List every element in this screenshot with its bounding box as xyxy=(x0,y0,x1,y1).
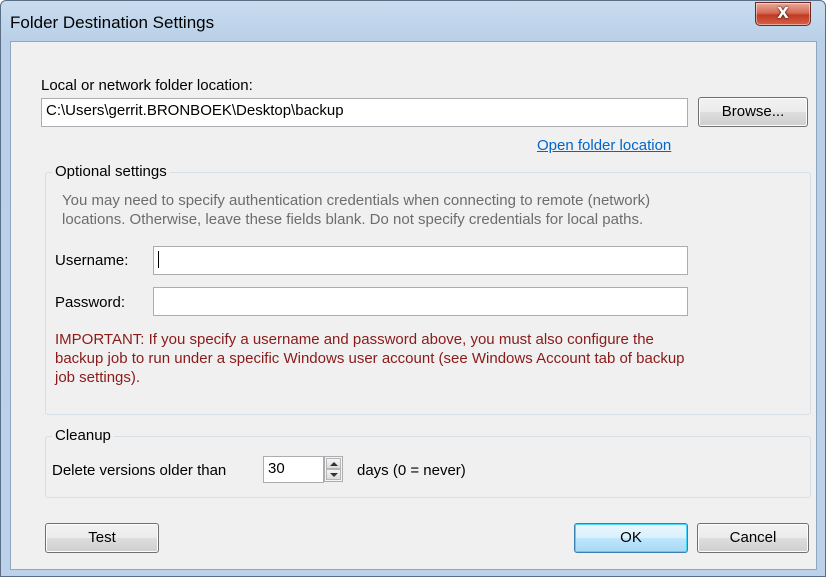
dialog-window: Folder Destination Settings X Local or n… xyxy=(0,0,826,577)
days-input[interactable]: 30 xyxy=(263,456,324,483)
cancel-button[interactable]: Cancel xyxy=(697,523,809,553)
credentials-hint: You may need to specify authentication c… xyxy=(62,191,650,229)
browse-button[interactable]: Browse... xyxy=(698,97,808,127)
close-button[interactable]: X xyxy=(755,2,811,26)
dialog-body: Local or network folder location: C:\Use… xyxy=(10,41,817,570)
folder-location-input[interactable]: C:\Users\gerrit.BRONBOEK\Desktop\backup xyxy=(41,98,688,127)
chevron-up-icon xyxy=(330,462,338,466)
cleanup-title: Cleanup xyxy=(52,427,114,444)
important-note-line: backup job to run under a specific Windo… xyxy=(55,350,685,367)
days-spin-down-button[interactable] xyxy=(326,469,341,480)
important-note: IMPORTANT: If you specify a username and… xyxy=(55,330,685,387)
days-spin-up-button[interactable] xyxy=(326,458,341,469)
text-caret xyxy=(158,250,159,268)
close-icon: X xyxy=(777,4,789,22)
credentials-hint-line: locations. Otherwise, leave these fields… xyxy=(62,211,644,228)
password-input[interactable] xyxy=(153,287,688,316)
folder-location-label: Local or network folder location: xyxy=(41,77,253,94)
username-input[interactable] xyxy=(153,246,688,275)
chevron-down-icon xyxy=(330,473,338,477)
delete-versions-label: Delete versions older than xyxy=(52,462,227,479)
cleanup-group: Cleanup Delete versions older than 30 da… xyxy=(45,427,811,498)
optional-settings-title: Optional settings xyxy=(52,163,170,180)
dialog-title: Folder Destination Settings xyxy=(10,13,215,32)
days-value: 30 xyxy=(268,460,285,477)
ok-button[interactable]: OK xyxy=(574,523,688,553)
password-label: Password: xyxy=(55,294,126,311)
important-note-line: job settings). xyxy=(55,369,141,386)
credentials-hint-line: You may need to specify authentication c… xyxy=(62,192,651,209)
test-button[interactable]: Test xyxy=(45,523,159,553)
username-label: Username: xyxy=(55,252,129,269)
important-note-line: IMPORTANT: If you specify a username and… xyxy=(55,331,654,348)
title-bar: Folder Destination Settings X xyxy=(1,1,825,41)
days-spinner xyxy=(324,456,343,482)
open-folder-location-link[interactable]: Open folder location xyxy=(537,137,671,154)
optional-settings-group: Optional settings You may need to specif… xyxy=(45,163,811,415)
folder-location-value: C:\Users\gerrit.BRONBOEK\Desktop\backup xyxy=(46,102,344,119)
days-never-label: days (0 = never) xyxy=(357,462,466,479)
